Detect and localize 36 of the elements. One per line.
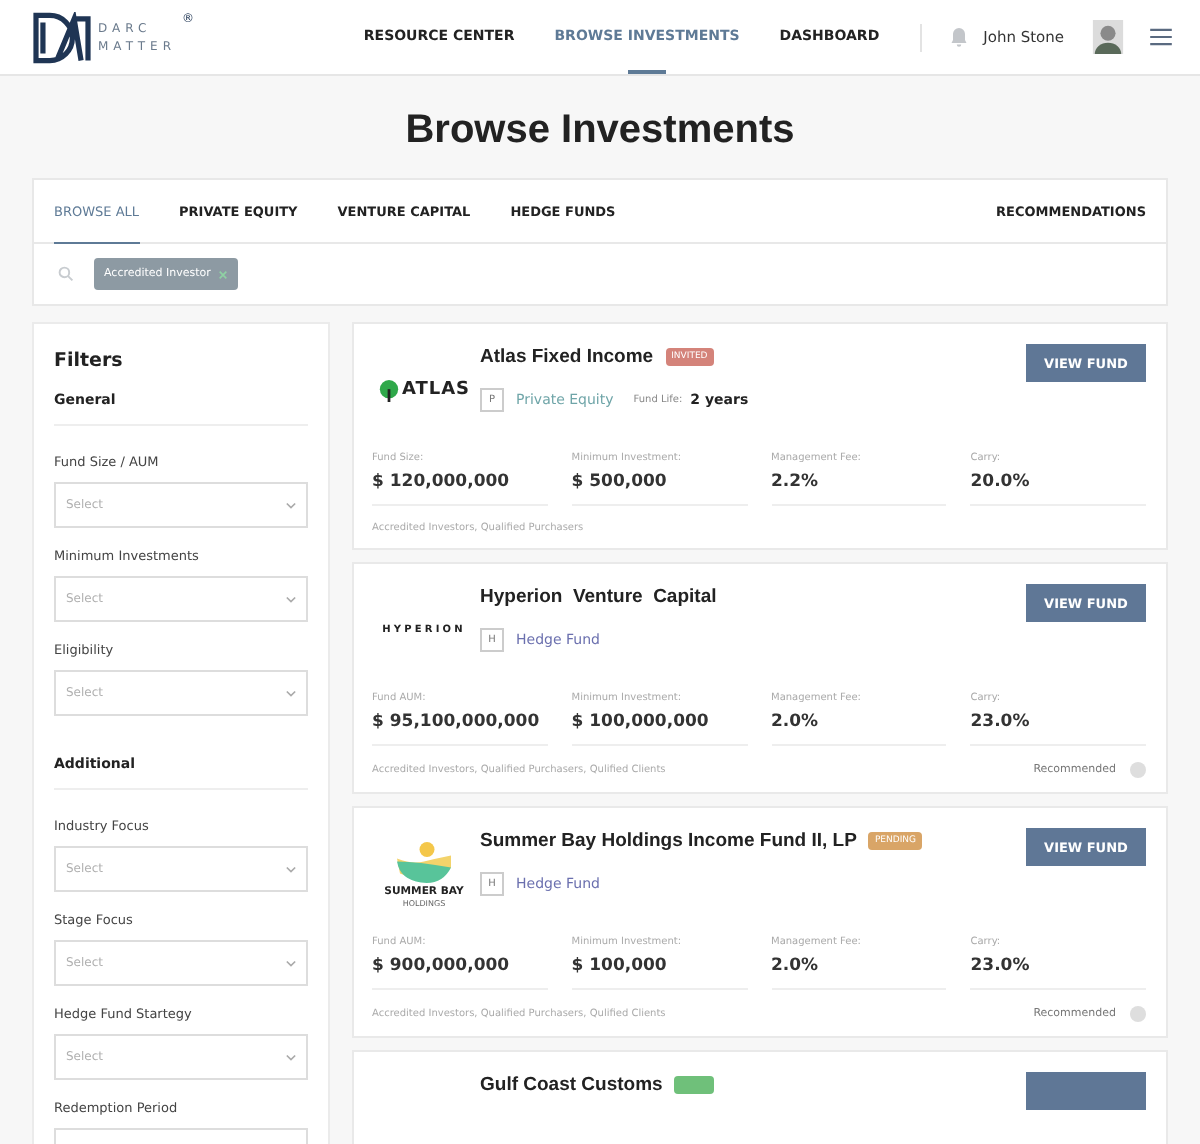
fund-name[interactable]: Hyperion Venture Capital xyxy=(480,586,717,608)
close-icon[interactable] xyxy=(218,269,229,279)
stat-value: $ 100,000,000 xyxy=(571,712,711,732)
chevron-icon xyxy=(286,595,296,603)
tree-icon xyxy=(377,379,400,401)
chevron-icon xyxy=(286,1053,296,1061)
logo-icon xyxy=(32,11,92,63)
stat-value: $ 900,000,000 xyxy=(372,956,512,976)
hills-icon xyxy=(393,840,454,886)
stat-value: 23.0% xyxy=(970,956,1032,976)
stat-value: 2.0% xyxy=(771,956,821,976)
stat-value: $ 95,100,000,000 xyxy=(372,712,542,732)
stat-value: 23.0% xyxy=(970,712,1032,732)
fund-name[interactable]: Gulf Coast Customs xyxy=(480,1074,663,1096)
search-icon[interactable] xyxy=(58,266,74,282)
avatar-icon[interactable] xyxy=(1092,20,1124,54)
stat-value: 2.2% xyxy=(771,472,821,492)
view-fund-button[interactable] xyxy=(1026,1072,1146,1110)
filters-title: Filters xyxy=(54,350,125,372)
bell-icon[interactable] xyxy=(949,26,968,48)
info-icon[interactable] xyxy=(1130,1006,1146,1022)
menu-icon[interactable] xyxy=(1150,28,1172,46)
logo-text: ATLAS xyxy=(401,380,471,400)
info-icon[interactable] xyxy=(1130,762,1146,778)
chevron-icon xyxy=(286,959,296,967)
chevron-icon xyxy=(286,501,296,509)
fund-name[interactable]: Summer Bay Holdings Income Fund II, LP xyxy=(480,830,857,852)
stat-value: 20.0% xyxy=(970,472,1032,492)
stat-value: $ 120,000,000 xyxy=(372,472,512,492)
stat-value: $ 500,000 xyxy=(571,472,669,492)
page-title: Browse Investments xyxy=(403,106,797,156)
stat-value: $ 100,000 xyxy=(571,956,669,976)
stat-value: 2.0% xyxy=(771,712,821,732)
chevron-icon xyxy=(286,689,296,697)
fund-name[interactable]: Atlas Fixed Income xyxy=(480,346,654,368)
chevron-icon xyxy=(286,865,296,873)
